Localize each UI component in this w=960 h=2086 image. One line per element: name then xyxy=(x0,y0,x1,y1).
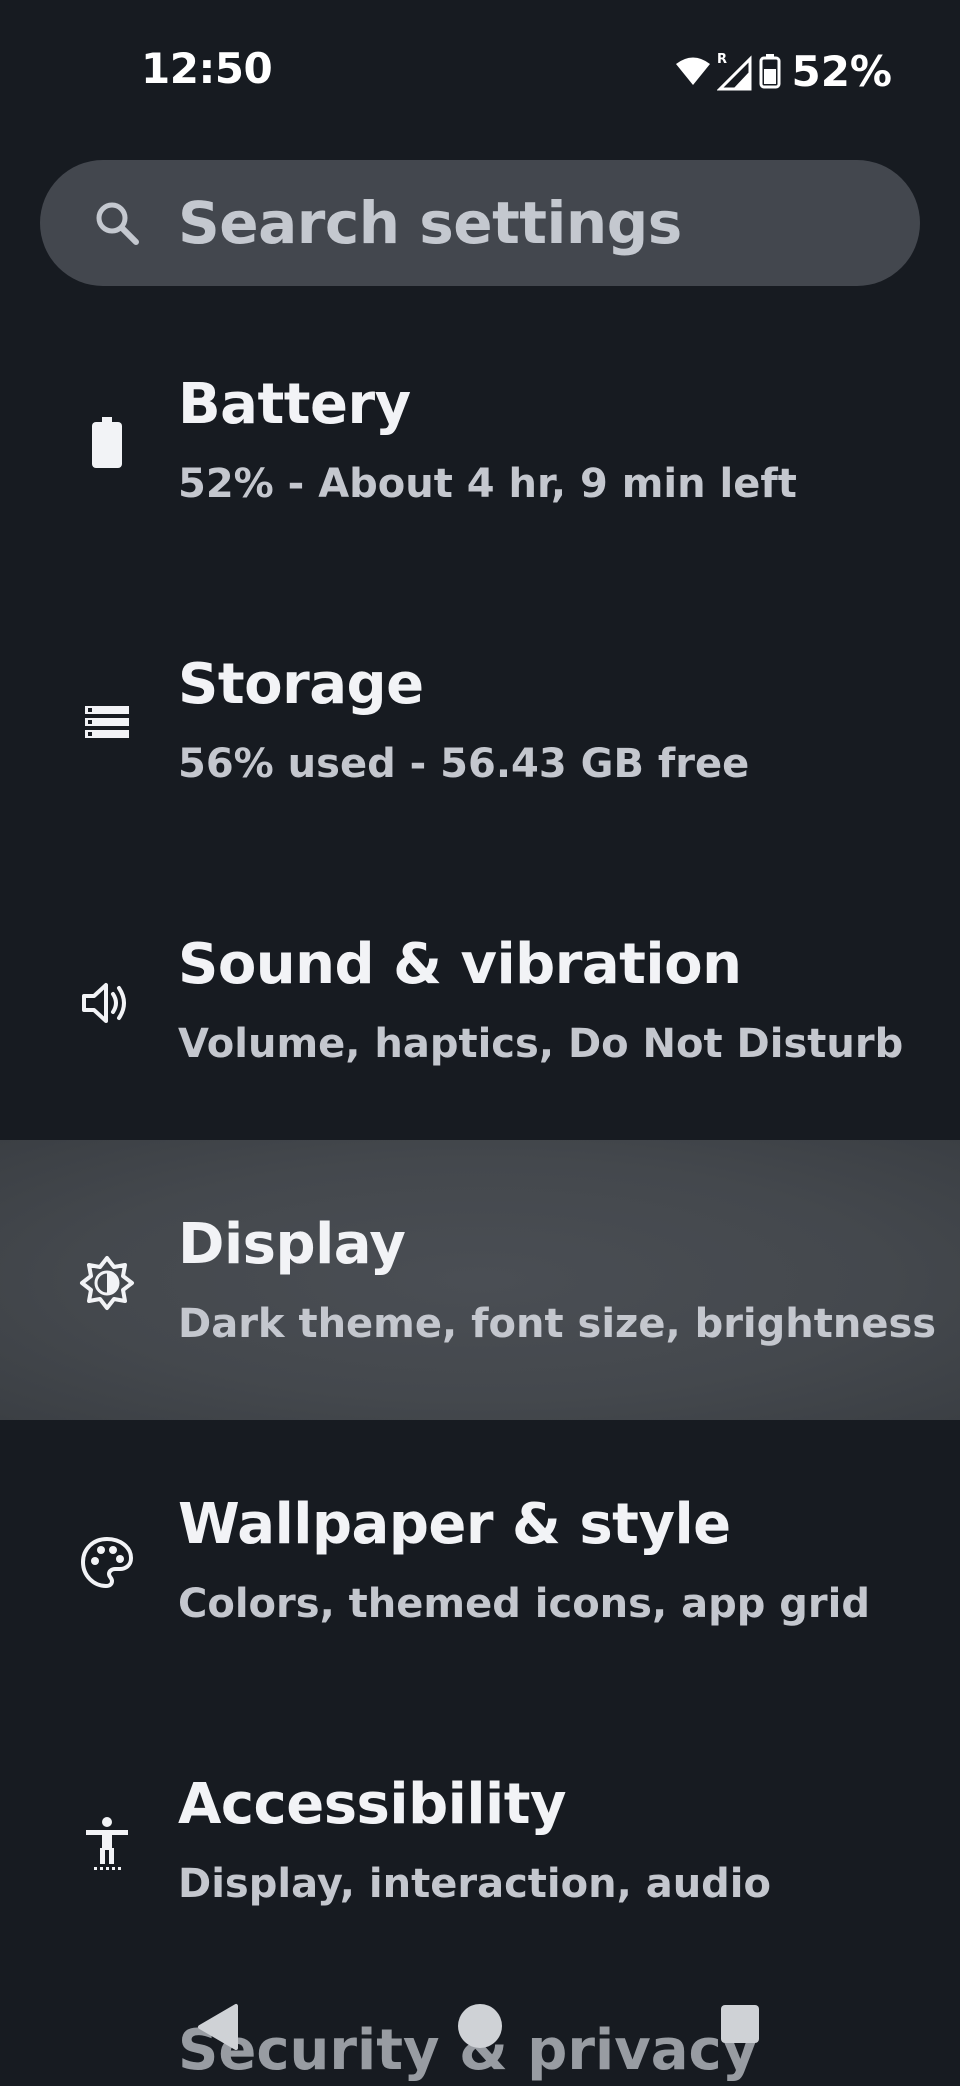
settings-item-title: Display xyxy=(178,1212,406,1277)
battery-icon xyxy=(759,54,781,89)
settings-item-display[interactable]: Display Dark theme, font size, brightnes… xyxy=(0,1140,960,1420)
search-bar[interactable]: Search settings xyxy=(40,160,920,286)
navigation-bar xyxy=(0,1980,960,2080)
settings-item-sound[interactable]: Sound & vibration Volume, haptics, Do No… xyxy=(0,860,960,1140)
status-icons: R 52% xyxy=(675,46,892,96)
settings-item-title: Battery xyxy=(178,372,411,437)
wifi-icon xyxy=(676,57,711,85)
battery-icon xyxy=(92,417,122,468)
search-icon xyxy=(96,202,139,245)
search-input[interactable]: Search settings xyxy=(178,190,682,256)
settings-list: Battery 52% - About 4 hr, 9 min left Sto… xyxy=(0,300,960,1980)
settings-item-subtitle: Volume, haptics, Do Not Disturb xyxy=(178,1021,904,1067)
status-time: 12:50 xyxy=(141,44,273,93)
settings-item-accessibility[interactable]: Accessibility Display, interaction, audi… xyxy=(0,1700,960,1980)
svg-text:R: R xyxy=(717,52,727,67)
accessibility-icon xyxy=(86,1817,128,1870)
storage-icon xyxy=(85,706,129,738)
settings-item-title: Wallpaper & style xyxy=(178,1492,731,1557)
settings-item-wallpaper[interactable]: Wallpaper & style Colors, themed icons, … xyxy=(0,1420,960,1700)
speaker-icon xyxy=(82,983,126,1023)
settings-item-title: Storage xyxy=(178,652,424,717)
settings-item-title: Sound & vibration xyxy=(178,932,742,997)
settings-item-subtitle: Dark theme, font size, brightness xyxy=(178,1301,937,1347)
back-icon[interactable] xyxy=(196,2002,242,2052)
settings-item-battery[interactable]: Battery 52% - About 4 hr, 9 min left xyxy=(0,300,960,580)
settings-item-subtitle: Colors, themed icons, app grid xyxy=(178,1581,870,1627)
settings-item-title: Accessibility xyxy=(178,1772,567,1837)
settings-item-subtitle: Display, interaction, audio xyxy=(178,1861,771,1907)
recents-icon[interactable] xyxy=(718,2002,762,2046)
status-bar: 12:50 R 52% xyxy=(0,0,960,140)
settings-item-subtitle: 56% used - 56.43 GB free xyxy=(178,741,750,787)
palette-icon xyxy=(80,1536,134,1589)
signal-roaming-icon: R xyxy=(717,52,752,91)
brightness-icon xyxy=(80,1256,134,1310)
status-battery-percent: 52% xyxy=(791,46,892,96)
home-icon[interactable] xyxy=(456,2002,504,2050)
settings-item-subtitle: 52% - About 4 hr, 9 min left xyxy=(178,461,797,507)
settings-item-storage[interactable]: Storage 56% used - 56.43 GB free xyxy=(0,580,960,860)
